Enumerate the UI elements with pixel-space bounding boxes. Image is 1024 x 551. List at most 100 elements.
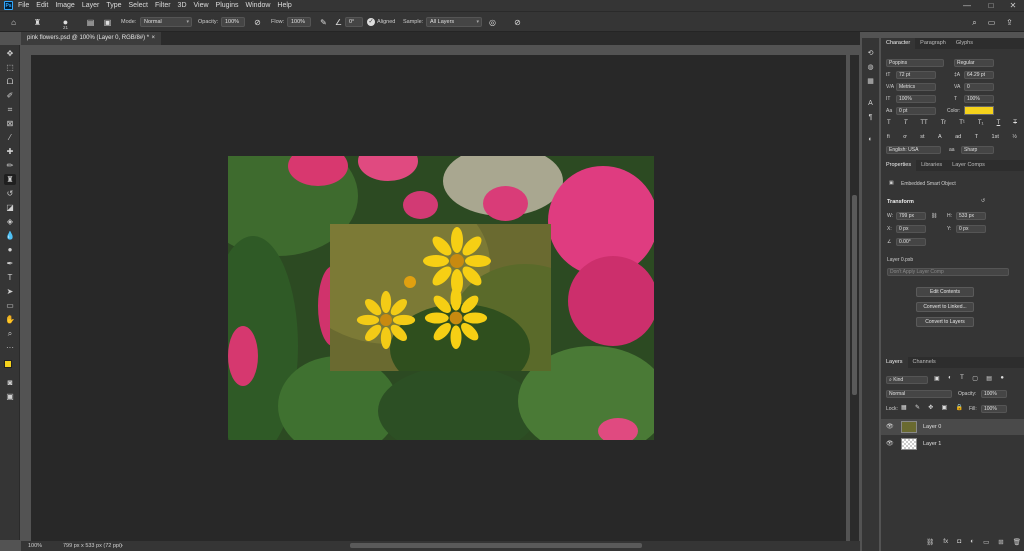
move-tool-icon[interactable]: ✥	[4, 48, 16, 59]
paint-bucket-tool-icon[interactable]: ◈	[4, 216, 16, 227]
menu-view[interactable]: View	[194, 0, 209, 11]
filter-toggle-icon[interactable]: ●	[1000, 375, 1004, 384]
history-panel-icon[interactable]: ⟲	[865, 48, 876, 59]
layer-name[interactable]: Layer 1	[923, 441, 941, 447]
pen-tool-icon[interactable]: ✒	[4, 258, 16, 269]
link-layers-icon[interactable]: ⛓	[926, 538, 934, 548]
convert-to-linked-button[interactable]: Convert to Linked...	[916, 302, 974, 312]
tab-character[interactable]: Character	[881, 38, 916, 49]
y-field[interactable]: 0 px	[956, 225, 986, 233]
menu-filter[interactable]: Filter	[155, 0, 171, 11]
height-field[interactable]: 533 px	[956, 212, 986, 220]
angle-field[interactable]: 0°	[345, 17, 363, 27]
status-menu-icon[interactable]: ›	[121, 541, 123, 551]
ligatures-button[interactable]: fi	[887, 134, 890, 143]
layer-0-image[interactable]	[330, 224, 551, 371]
frame-tool-icon[interactable]: ⊠	[4, 118, 16, 129]
zoom-level[interactable]: 100%	[28, 541, 42, 551]
vertical-scale-field[interactable]: 100%	[896, 95, 936, 103]
pixel-filter-icon[interactable]: ▣	[934, 375, 940, 384]
more-tools-icon[interactable]: ···	[4, 342, 16, 353]
layer-row-layer-0[interactable]: 👁 Layer 0	[881, 419, 1024, 435]
menu-window[interactable]: Window	[246, 0, 271, 11]
ignore-adjustment-icon[interactable]: ◎	[487, 17, 498, 28]
underline-button[interactable]: T	[997, 120, 1001, 129]
delete-layer-icon[interactable]: 🗑	[1013, 538, 1021, 548]
layer-comp-select[interactable]: Don't Apply Layer Comp	[887, 268, 1009, 276]
faux-bold-button[interactable]: T	[887, 120, 891, 129]
mode-select[interactable]: Normal ▾	[140, 17, 192, 27]
lock-position-icon[interactable]: ✥	[928, 404, 933, 413]
clone-stamp-preset-icon[interactable]: ♜	[32, 17, 43, 28]
subscript-button[interactable]: T₁	[978, 120, 984, 129]
vertical-scroll-thumb[interactable]	[852, 195, 857, 395]
tab-glyphs[interactable]: Glyphs	[951, 38, 978, 49]
search-icon[interactable]: ⌕	[969, 17, 980, 28]
eyedropper-tool-icon[interactable]: ⁄	[4, 132, 16, 143]
horizontal-scroll-thumb[interactable]	[350, 543, 642, 548]
new-layer-icon[interactable]: ⊞	[998, 538, 1003, 548]
layer-fill-field[interactable]: 100%	[981, 405, 1007, 413]
quick-select-tool-icon[interactable]: ✐	[4, 90, 16, 101]
leading-field[interactable]: 64.29 pt	[964, 71, 994, 79]
marquee-tool-icon[interactable]: ⬚	[4, 62, 16, 73]
lasso-tool-icon[interactable]: ᗝ	[4, 76, 16, 87]
faux-italic-button[interactable]: T	[904, 120, 908, 129]
pressure-opacity-icon[interactable]: ⊘	[252, 17, 263, 28]
text-color-swatch[interactable]	[964, 106, 994, 115]
font-family-select[interactable]: Poppins	[886, 59, 944, 67]
dodge-tool-icon[interactable]: ●	[4, 244, 16, 255]
foreground-color-swatch[interactable]	[4, 360, 12, 368]
adjustments-panel-icon[interactable]: ◐	[865, 134, 876, 145]
opacity-field[interactable]: 100%	[221, 17, 245, 27]
zoom-tool-icon[interactable]: ⌕	[4, 328, 16, 339]
layer-style-icon[interactable]: fx	[943, 538, 948, 548]
language-select[interactable]: English: USA	[886, 146, 941, 154]
menu-select[interactable]: Select	[129, 0, 148, 11]
swatches-panel-icon[interactable]: ▦	[865, 76, 876, 87]
healing-brush-tool-icon[interactable]: ✚	[4, 146, 16, 157]
angle-field[interactable]: 0.00°	[896, 238, 926, 246]
hand-tool-icon[interactable]: ✋	[4, 314, 16, 325]
menu-help[interactable]: Help	[277, 0, 291, 11]
fractions-button[interactable]: ½	[1012, 134, 1017, 143]
rectangle-tool-icon[interactable]: ▭	[4, 300, 16, 311]
contextual-alternates-button[interactable]: T	[975, 134, 978, 143]
layer-name[interactable]: Layer 0	[923, 424, 941, 430]
tab-layers[interactable]: Layers	[881, 357, 908, 368]
share-icon[interactable]: ⇪	[1004, 17, 1015, 28]
link-dimensions-icon[interactable]: ⛓	[931, 213, 937, 219]
swash-button[interactable]: A	[938, 134, 942, 143]
convert-to-layers-button[interactable]: Convert to Layers	[916, 317, 974, 327]
horizontal-scale-field[interactable]: 100%	[964, 95, 994, 103]
layer-filter-select[interactable]: ⌕ Kind	[886, 376, 928, 384]
type-filter-icon[interactable]: T	[960, 375, 964, 384]
baseline-shift-field[interactable]: 0 pt	[896, 107, 936, 115]
adjustment-filter-icon[interactable]: ◐	[948, 375, 952, 384]
lock-transparency-icon[interactable]: ▦	[901, 404, 907, 413]
tab-layer-comps[interactable]: Layer Comps	[947, 160, 990, 171]
vertical-scrollbar[interactable]	[850, 55, 859, 541]
tab-channels[interactable]: Channels	[908, 357, 941, 368]
tracking-field[interactable]: 0	[964, 83, 994, 91]
layer-row-layer-1[interactable]: 👁 Layer 1	[881, 436, 1024, 452]
titling-alternates-button[interactable]: ad	[955, 134, 961, 143]
menu-plugins[interactable]: Plugins	[216, 0, 239, 11]
menu-type[interactable]: Type	[106, 0, 121, 11]
antialias-select[interactable]: Sharp	[961, 146, 994, 154]
new-group-icon[interactable]: ▭	[983, 538, 989, 548]
screen-mode-icon[interactable]: ▣	[4, 391, 16, 402]
document-tab[interactable]: pink flowers.psd @ 100% (Layer 0, RGB/8#…	[21, 32, 161, 45]
menu-image[interactable]: Image	[55, 0, 74, 11]
clone-source-icon[interactable]: ▣	[102, 17, 113, 28]
font-style-select[interactable]: Regular	[954, 59, 994, 67]
brush-settings-icon[interactable]: ▤	[85, 17, 96, 28]
document-canvas[interactable]	[228, 156, 654, 440]
airbrush-icon[interactable]: ✎	[318, 17, 329, 28]
workspace-icon[interactable]: ▭	[986, 17, 997, 28]
all-caps-button[interactable]: TT	[920, 120, 927, 129]
small-caps-button[interactable]: Tr	[941, 120, 946, 129]
discretionary-ligatures-button[interactable]: ơ	[903, 134, 907, 143]
tab-properties[interactable]: Properties	[881, 160, 917, 171]
layer-mask-icon[interactable]: ◘	[957, 538, 961, 548]
